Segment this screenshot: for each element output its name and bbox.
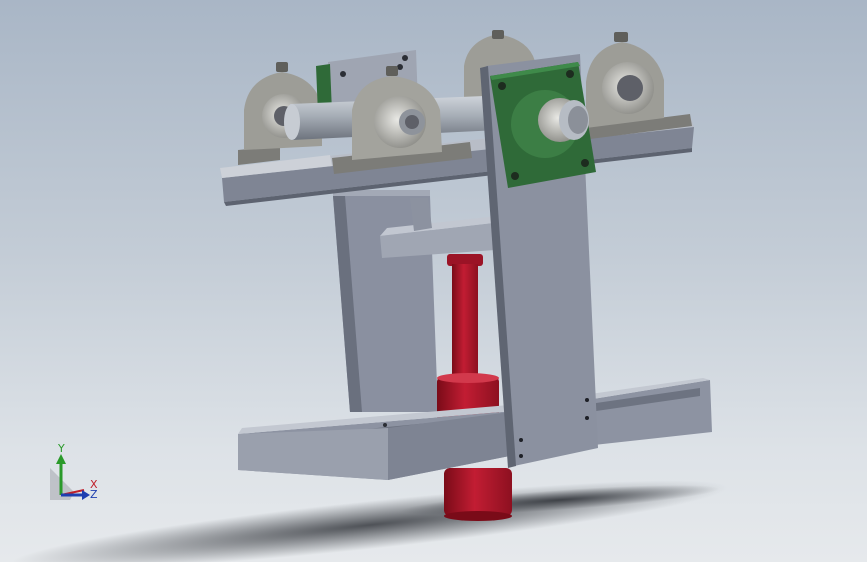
coordinate-triad-icon: Y X Z bbox=[44, 438, 114, 508]
z-axis-label: Z bbox=[90, 488, 98, 501]
cad-viewport[interactable]: Y X Z bbox=[0, 0, 867, 562]
pillow-block-bearing-rear-right[interactable] bbox=[580, 32, 692, 140]
mechanical-assembly-model[interactable] bbox=[0, 0, 867, 562]
y-axis-label: Y bbox=[58, 442, 65, 455]
flange-bearing[interactable] bbox=[490, 62, 596, 188]
piston-rod[interactable] bbox=[437, 254, 499, 426]
hydraulic-cylinder[interactable] bbox=[444, 468, 512, 521]
